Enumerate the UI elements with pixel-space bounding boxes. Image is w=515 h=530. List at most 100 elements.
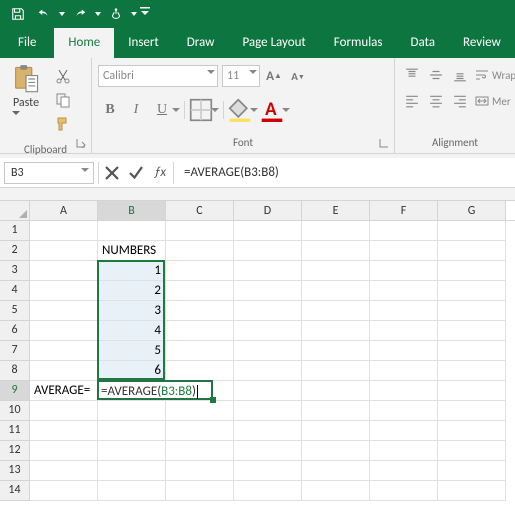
cell-F11[interactable] (370, 421, 438, 441)
row-header-3[interactable]: 3 (0, 261, 30, 281)
cell-E1[interactable] (302, 221, 370, 241)
cell-E10[interactable] (302, 401, 370, 421)
name-box[interactable]: B3 (4, 162, 94, 184)
editing-cell[interactable]: =AVERAGE(B3:B8) (97, 380, 213, 400)
cell-D12[interactable] (234, 441, 302, 461)
redo-icon[interactable] (68, 2, 92, 26)
cell-A2[interactable] (30, 241, 98, 261)
cell-A4[interactable] (30, 281, 98, 301)
cut-icon[interactable] (52, 66, 74, 86)
save-icon[interactable] (6, 2, 30, 26)
row-header-8[interactable]: 8 (0, 361, 30, 381)
row-header-12[interactable]: 12 (0, 441, 30, 461)
fill-handle[interactable] (210, 397, 216, 403)
cell-F7[interactable] (370, 341, 438, 361)
border-icon[interactable] (189, 98, 213, 122)
cell-G1[interactable] (438, 221, 506, 241)
cell-B1[interactable] (98, 221, 166, 241)
cell-G3[interactable] (438, 261, 506, 281)
cell-C13[interactable] (166, 461, 234, 481)
merge-center-button[interactable]: Mer (475, 91, 511, 111)
cell-F14[interactable] (370, 481, 438, 501)
tab-formulas[interactable]: Formulas (320, 28, 397, 58)
row-header-6[interactable]: 6 (0, 321, 30, 341)
cell-F10[interactable] (370, 401, 438, 421)
cell-F6[interactable] (370, 321, 438, 341)
align-middle-icon[interactable] (425, 65, 447, 85)
tab-draw[interactable]: Draw (173, 28, 229, 58)
cell-E6[interactable] (302, 321, 370, 341)
row-header-2[interactable]: 2 (0, 241, 30, 261)
align-right-icon[interactable] (449, 91, 471, 111)
col-header-F[interactable]: F (370, 201, 438, 220)
cell-B11[interactable] (98, 421, 166, 441)
align-left-icon[interactable] (401, 91, 423, 111)
cell-A3[interactable] (30, 261, 98, 281)
cell-A9[interactable]: AVERAGE= (30, 381, 98, 401)
cell-F1[interactable] (370, 221, 438, 241)
font-color-icon[interactable]: A (260, 98, 284, 122)
cell-B8[interactable]: 6 (98, 361, 166, 381)
tab-home[interactable]: Home (54, 28, 114, 58)
row-header-7[interactable]: 7 (0, 341, 30, 361)
cancel-formula-icon[interactable] (103, 164, 121, 182)
cell-D10[interactable] (234, 401, 302, 421)
cell-C4[interactable] (166, 281, 234, 301)
insert-function-icon[interactable]: ƒx (151, 164, 169, 182)
worksheet[interactable]: ABCDEFG 12NUMBERS3142536475869AVERAGE=10… (0, 201, 515, 501)
increase-font-icon[interactable]: A▲ (264, 65, 284, 87)
cell-D4[interactable] (234, 281, 302, 301)
redo-dropdown[interactable] (94, 12, 102, 16)
tab-data[interactable]: Data (397, 28, 450, 58)
cell-G11[interactable] (438, 421, 506, 441)
cell-B5[interactable]: 3 (98, 301, 166, 321)
cell-G6[interactable] (438, 321, 506, 341)
cell-D14[interactable] (234, 481, 302, 501)
cell-D6[interactable] (234, 321, 302, 341)
cell-A6[interactable] (30, 321, 98, 341)
cell-E14[interactable] (302, 481, 370, 501)
cell-D5[interactable] (234, 301, 302, 321)
cell-B6[interactable]: 4 (98, 321, 166, 341)
cell-E12[interactable] (302, 441, 370, 461)
enter-formula-icon[interactable] (127, 164, 145, 182)
cell-A13[interactable] (30, 461, 98, 481)
tab-page-layout[interactable]: Page Layout (228, 28, 319, 58)
cell-E9[interactable] (302, 381, 370, 401)
cell-B4[interactable]: 2 (98, 281, 166, 301)
cell-G8[interactable] (438, 361, 506, 381)
row-header-1[interactable]: 1 (0, 221, 30, 241)
row-header-13[interactable]: 13 (0, 461, 30, 481)
cell-D9[interactable] (234, 381, 302, 401)
cell-B2[interactable]: NUMBERS (98, 241, 166, 261)
customize-qat-icon[interactable] (140, 2, 154, 26)
cell-F8[interactable] (370, 361, 438, 381)
cell-C3[interactable] (166, 261, 234, 281)
cell-D3[interactable] (234, 261, 302, 281)
cell-E3[interactable] (302, 261, 370, 281)
cell-C5[interactable] (166, 301, 234, 321)
cell-G9[interactable] (438, 381, 506, 401)
row-header-14[interactable]: 14 (0, 481, 30, 501)
cell-E7[interactable] (302, 341, 370, 361)
cell-A5[interactable] (30, 301, 98, 321)
touch-mode-icon[interactable] (104, 2, 128, 26)
cell-D8[interactable] (234, 361, 302, 381)
cell-A10[interactable] (30, 401, 98, 421)
cell-E5[interactable] (302, 301, 370, 321)
font-name-select[interactable]: Calibri (98, 65, 218, 87)
align-bottom-icon[interactable] (449, 65, 471, 85)
cell-C11[interactable] (166, 421, 234, 441)
cell-F4[interactable] (370, 281, 438, 301)
cell-G2[interactable] (438, 241, 506, 261)
cell-A14[interactable] (30, 481, 98, 501)
cell-F9[interactable] (370, 381, 438, 401)
col-header-C[interactable]: C (166, 201, 234, 220)
undo-dropdown[interactable] (58, 12, 66, 16)
cell-A1[interactable] (30, 221, 98, 241)
select-all-triangle[interactable] (0, 201, 30, 220)
row-header-9[interactable]: 9 (0, 381, 30, 401)
cell-C6[interactable] (166, 321, 234, 341)
cell-G14[interactable] (438, 481, 506, 501)
bold-button[interactable]: B (98, 98, 122, 122)
